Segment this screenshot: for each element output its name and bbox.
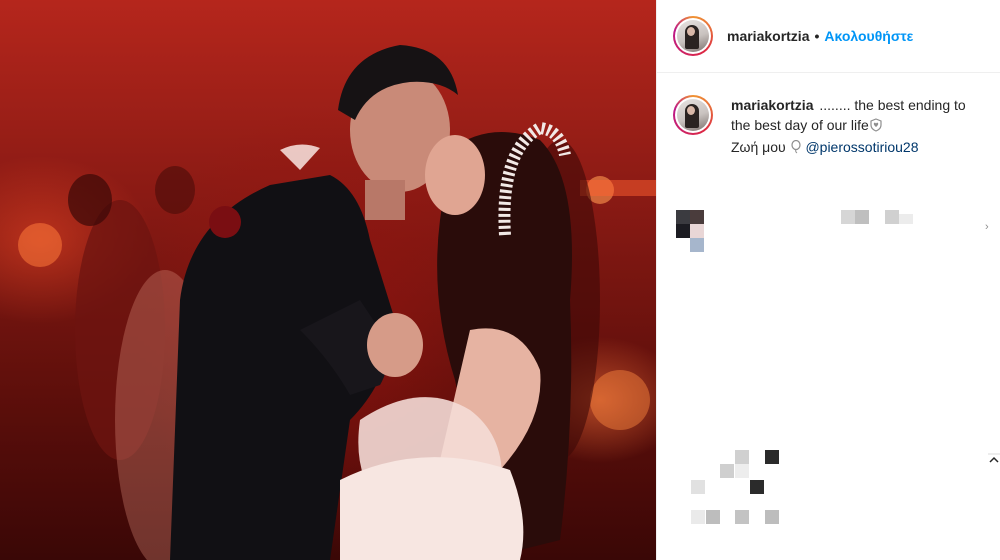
caption-username[interactable]: mariakortzia: [731, 97, 813, 113]
post-side-panel: mariakortzia • Ακολουθήστε mariakortzia …: [656, 0, 1000, 560]
balloon-icon: [790, 139, 802, 159]
avatar-image: [677, 99, 709, 131]
photo-scene: [18, 45, 656, 560]
avatar-image: [677, 20, 709, 52]
caption-avatar[interactable]: [673, 95, 713, 135]
chevron-up-icon[interactable]: [988, 453, 1000, 467]
post-photo[interactable]: [0, 0, 656, 560]
header-username[interactable]: mariakortzia: [727, 28, 809, 44]
heart-shield-icon: [869, 117, 883, 137]
chevron-right-icon[interactable]: ›: [985, 221, 989, 233]
separator-dot: •: [814, 28, 820, 44]
follow-button[interactable]: Ακολουθήστε: [824, 28, 913, 44]
caption-text-2: Ζωή μου: [731, 139, 786, 155]
caption-comment: mariakortzia ........ the best ending to…: [657, 73, 1000, 159]
caption-body: mariakortzia ........ the best ending to…: [731, 95, 984, 159]
post-header: mariakortzia • Ακολουθήστε: [657, 0, 1000, 73]
mention-link[interactable]: @pierossotiriou28: [805, 139, 918, 155]
author-avatar[interactable]: [673, 16, 713, 56]
